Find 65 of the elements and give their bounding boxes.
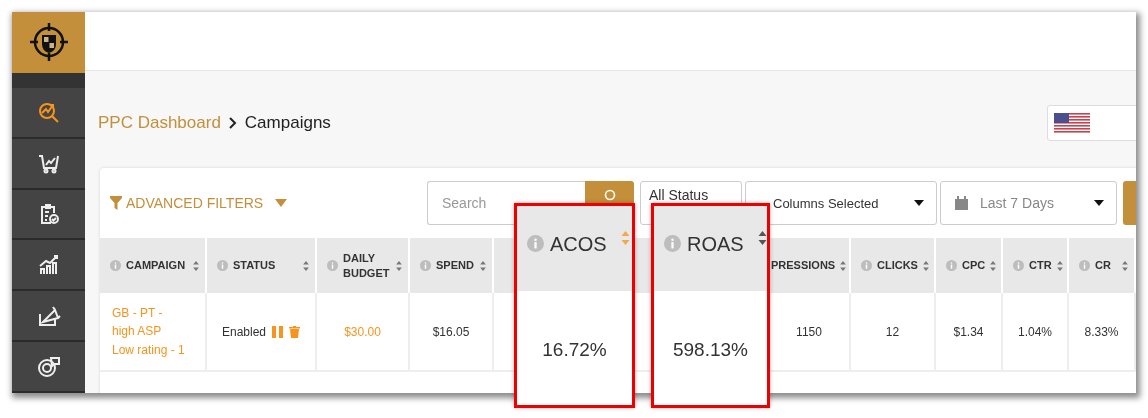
column-label: DAILY BUDGET bbox=[343, 250, 391, 281]
column-label: CLICKS bbox=[877, 258, 918, 273]
column-header[interactable]: CR bbox=[1069, 238, 1136, 293]
table-cell: 8.33% bbox=[1069, 293, 1136, 372]
sort-icon[interactable] bbox=[480, 260, 486, 271]
info-icon bbox=[327, 260, 338, 271]
column-header[interactable]: SPEND bbox=[410, 238, 494, 293]
callout-label: ROAS bbox=[687, 233, 744, 256]
column-header[interactable]: CTR bbox=[1003, 238, 1069, 293]
info-icon bbox=[110, 260, 121, 271]
columns-dropdown[interactable]: Columns Selected bbox=[745, 181, 937, 225]
chart-search-icon[interactable] bbox=[36, 100, 61, 125]
column-label: CPC bbox=[962, 258, 986, 273]
caret-icon bbox=[914, 200, 924, 206]
sort-icon[interactable] bbox=[303, 260, 309, 271]
calendar-icon bbox=[955, 196, 968, 210]
column-label: CTR bbox=[1029, 258, 1052, 273]
callout-value: 16.72% bbox=[541, 339, 608, 361]
sort-icon[interactable] bbox=[1122, 260, 1128, 271]
funnel-icon bbox=[110, 196, 122, 210]
callout-label: ACOS bbox=[550, 233, 607, 256]
info-icon bbox=[664, 235, 681, 252]
table-cell: 1.04% bbox=[1003, 293, 1069, 372]
status-text: Enabled bbox=[221, 324, 266, 339]
info-icon bbox=[946, 260, 957, 271]
sort-icon[interactable] bbox=[990, 260, 997, 271]
sort-icon[interactable] bbox=[840, 260, 847, 271]
sort-icon[interactable] bbox=[757, 231, 767, 245]
flag-icon bbox=[1054, 113, 1090, 133]
info-icon bbox=[217, 260, 228, 271]
breadcrumb-current: Campaigns bbox=[244, 113, 331, 133]
column-header[interactable]: CAMPAIGN bbox=[100, 238, 207, 293]
column-label: STATUS bbox=[233, 258, 277, 273]
sort-icon[interactable] bbox=[1056, 260, 1063, 271]
column-label: SPEND bbox=[436, 258, 475, 273]
sort-icon[interactable] bbox=[193, 260, 199, 271]
column-label: CAMPAIGN bbox=[126, 258, 187, 273]
logo-icon[interactable] bbox=[28, 22, 69, 63]
column-label: CR bbox=[1095, 258, 1112, 273]
search-icon bbox=[602, 189, 617, 203]
date-range-dropdown[interactable]: Last 7 Days bbox=[940, 181, 1117, 225]
caret-icon[interactable] bbox=[275, 199, 288, 207]
sort-icon[interactable] bbox=[396, 260, 402, 271]
column-header[interactable]: STATUS bbox=[207, 238, 317, 293]
column-header[interactable]: CLICKS bbox=[851, 238, 936, 293]
target-chat-icon[interactable] bbox=[36, 354, 61, 379]
trash-icon[interactable] bbox=[289, 325, 300, 338]
column-header[interactable]: PRESSIONS bbox=[769, 238, 851, 293]
table-cell: $16.05 bbox=[410, 293, 494, 372]
pause-icon[interactable] bbox=[272, 325, 283, 338]
info-icon bbox=[527, 235, 544, 252]
column-header[interactable]: CPC bbox=[936, 238, 1003, 293]
info-icon bbox=[1079, 260, 1090, 271]
column-label: PRESSIONS bbox=[771, 258, 836, 273]
table-cell: $1.34 bbox=[936, 293, 1003, 372]
caret-icon bbox=[1094, 200, 1104, 206]
column-header[interactable]: DAILY BUDGET bbox=[317, 238, 410, 293]
sort-icon[interactable] bbox=[922, 260, 929, 271]
country-selector[interactable] bbox=[1047, 105, 1136, 141]
info-icon bbox=[1013, 260, 1024, 271]
table-cell: 12 bbox=[851, 293, 936, 372]
callout-value: 598.13% bbox=[672, 339, 749, 361]
info-icon bbox=[861, 260, 872, 271]
info-icon bbox=[420, 260, 431, 271]
chevron-icon bbox=[228, 117, 237, 129]
